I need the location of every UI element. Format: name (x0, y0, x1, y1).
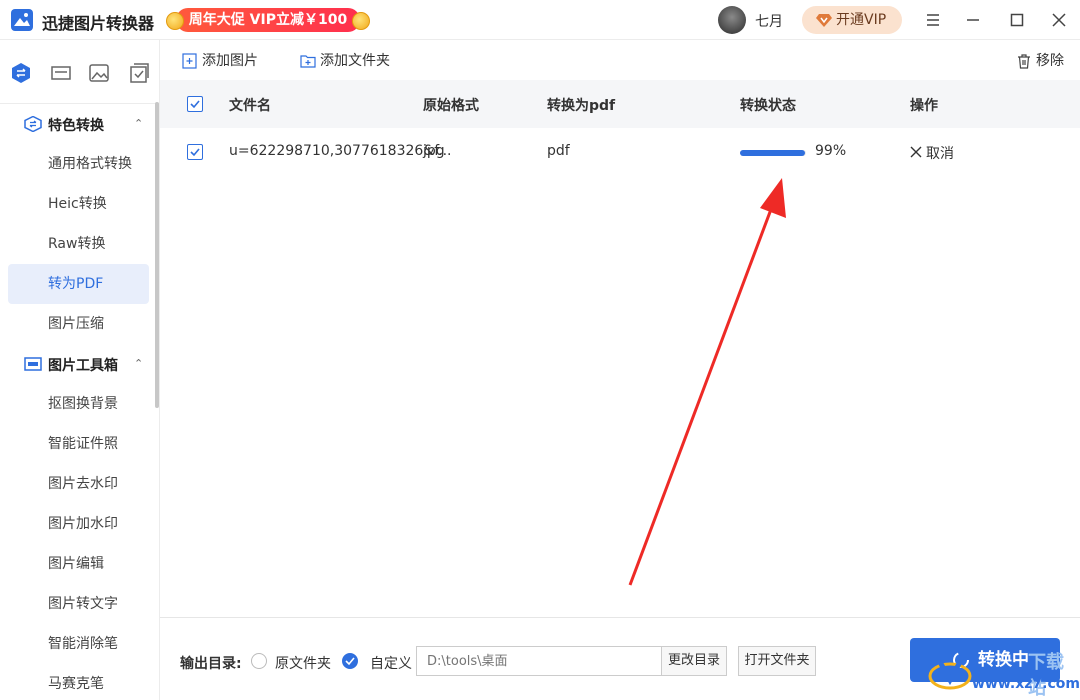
group-label: 特色转换 (48, 118, 104, 134)
progress-fill (740, 150, 806, 156)
add-folder-icon (300, 55, 316, 68)
row-checkbox[interactable] (187, 144, 203, 160)
add-folder-button[interactable]: 添加文件夹 (300, 51, 390, 71)
close-icon[interactable] (1047, 8, 1071, 32)
chevron-up-icon[interactable]: ⌃ (134, 357, 143, 370)
convert-group-icon (24, 116, 42, 132)
watermark-logo-icon (928, 660, 972, 690)
sidebar: 特色转换 ⌃ 通用格式转换 Heic转换 Raw转换 转为PDF 图片压缩 图片… (0, 40, 160, 700)
username[interactable]: 七月 (755, 11, 783, 31)
sidebar-item-remove-watermark[interactable]: 图片去水印 (8, 464, 149, 504)
add-image-button[interactable]: 添加图片 (182, 51, 258, 71)
cell-filename: u=622298710,3077618326&f... (229, 143, 452, 159)
site-watermark: 下载站 www.xz7.com (920, 640, 1080, 700)
app-title: 迅捷图片转换器 (42, 14, 155, 33)
convert-tab-icon[interactable] (10, 62, 32, 84)
diamond-icon (816, 14, 832, 27)
toolbox-group-icon (24, 357, 42, 371)
sidebar-item-compress[interactable]: 图片压缩 (8, 304, 149, 344)
sidebar-item-id-photo[interactable]: 智能证件照 (8, 424, 149, 464)
progress-text: 99% (815, 143, 847, 159)
radio-custom-folder[interactable] (342, 653, 358, 669)
select-all-checkbox[interactable] (187, 96, 203, 112)
sidebar-item-add-watermark[interactable]: 图片加水印 (8, 504, 149, 544)
chevron-up-icon[interactable]: ⌃ (134, 117, 143, 130)
table-header: 文件名 原始格式 转换为pdf 转换状态 操作 (160, 80, 1080, 128)
remove-button[interactable]: 移除 (1016, 51, 1064, 71)
batch-tab-icon[interactable] (128, 62, 150, 84)
sidebar-scrollbar[interactable] (155, 102, 159, 408)
add-image-icon (182, 53, 197, 69)
header-status: 转换状态 (740, 98, 796, 114)
cancel-button[interactable]: 取消 (910, 143, 954, 163)
sidebar-item-mosaic[interactable]: 马赛克笔 (8, 664, 149, 700)
radio-custom-label[interactable]: 自定义 (370, 653, 412, 673)
promo-banner[interactable]: 周年大促 VIP立减￥100 (166, 6, 370, 34)
header-original-format: 原始格式 (423, 98, 479, 114)
group-image-toolbox[interactable]: 图片工具箱 ⌃ (0, 344, 150, 384)
menu-icon[interactable] (921, 8, 945, 32)
coin-icon (352, 12, 370, 30)
table-row[interactable]: u=622298710,3077618326&f... jpg pdf 99% … (160, 128, 1080, 176)
sidebar-item-cutout[interactable]: 抠图换背景 (8, 384, 149, 424)
trash-icon (1018, 54, 1030, 69)
sidebar-item-raw-convert[interactable]: Raw转换 (8, 224, 149, 264)
add-image-label: 添加图片 (202, 53, 258, 69)
check-icon (190, 148, 200, 157)
promo-label[interactable]: 周年大促 VIP立减￥100 (176, 8, 360, 32)
sidebar-item-general-convert[interactable]: 通用格式转换 (8, 144, 149, 184)
sidebar-item-eraser[interactable]: 智能消除笔 (8, 624, 149, 664)
cancel-label: 取消 (926, 146, 954, 162)
title-bar: 迅捷图片转换器 周年大促 VIP立减￥100 七月 开通VIP (0, 0, 1080, 40)
coin-icon (166, 12, 184, 30)
watermark-cn: 下载站 (1028, 652, 1064, 699)
sidebar-item-heic-convert[interactable]: Heic转换 (8, 184, 149, 224)
close-icon (910, 146, 922, 158)
check-icon (345, 657, 355, 666)
annotation-arrow (628, 178, 786, 586)
open-vip-button[interactable]: 开通VIP (802, 6, 902, 34)
watermark-text: www.xz7.com (972, 676, 1080, 692)
image-tab-icon[interactable] (88, 62, 110, 84)
progress-bar (740, 150, 806, 156)
header-filename: 文件名 (229, 98, 271, 114)
output-path-input[interactable] (416, 646, 662, 676)
minimize-icon[interactable] (961, 8, 985, 32)
change-directory-button[interactable]: 更改目录 (661, 646, 727, 676)
avatar[interactable] (718, 6, 746, 34)
group-feature-convert[interactable]: 特色转换 ⌃ (0, 104, 150, 144)
sidebar-tabs (0, 40, 160, 104)
maximize-icon[interactable] (1005, 8, 1029, 32)
remove-label: 移除 (1036, 53, 1064, 69)
vip-label: 开通VIP (836, 12, 887, 28)
radio-original-folder[interactable] (251, 653, 267, 669)
check-icon (190, 100, 200, 109)
radio-original-label[interactable]: 原文件夹 (275, 653, 331, 673)
sidebar-item-edit[interactable]: 图片编辑 (8, 544, 149, 584)
group-label: 图片工具箱 (48, 358, 118, 374)
sidebar-item-to-pdf[interactable]: 转为PDF (8, 264, 149, 304)
add-folder-label: 添加文件夹 (320, 53, 390, 69)
toolbox-tab-icon[interactable] (50, 62, 72, 84)
output-label: 输出目录: (180, 656, 242, 672)
header-target-format: 转换为pdf (547, 98, 616, 114)
open-folder-button[interactable]: 打开文件夹 (738, 646, 816, 676)
app-logo-icon (11, 9, 33, 31)
cell-target-format: pdf (547, 143, 570, 159)
cell-original-format: jpg (423, 143, 445, 159)
sidebar-item-ocr[interactable]: 图片转文字 (8, 584, 149, 624)
header-action: 操作 (910, 98, 938, 114)
